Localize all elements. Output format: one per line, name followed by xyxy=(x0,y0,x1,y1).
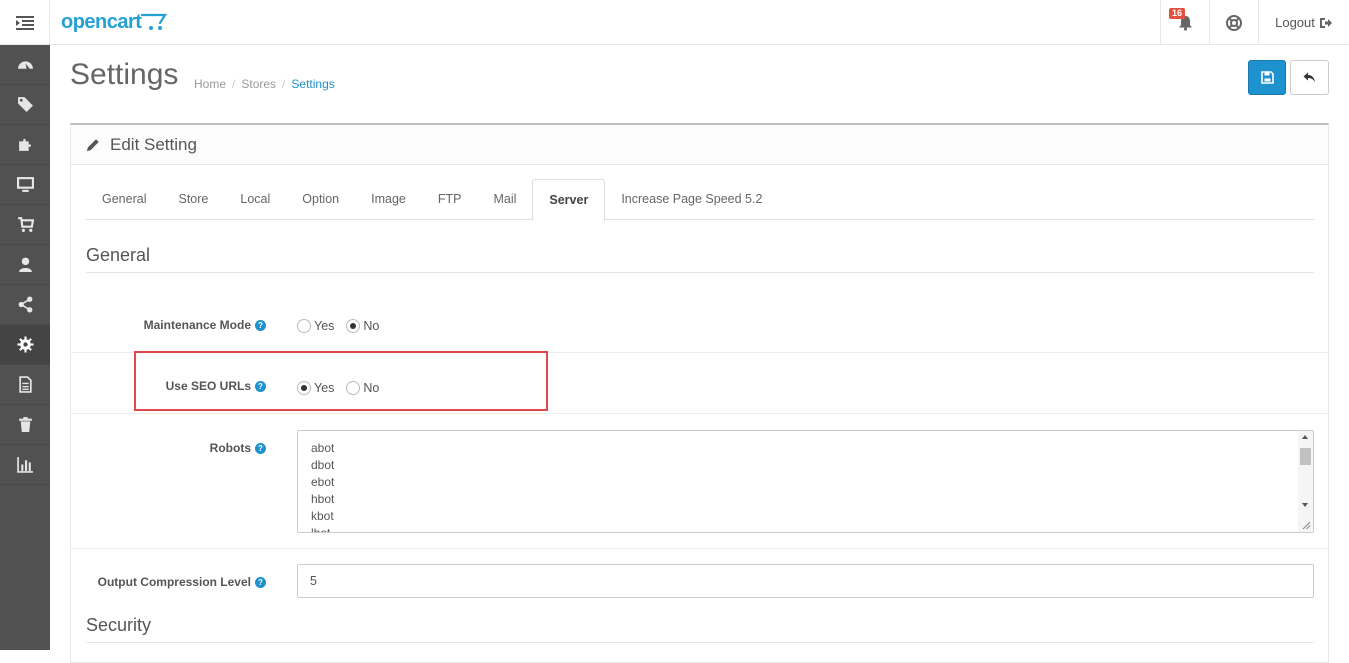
page-title: Settings xyxy=(70,58,179,91)
maintenance-mode-no-label[interactable]: No xyxy=(363,319,379,333)
help-button[interactable] xyxy=(1209,0,1258,45)
highlight-annotation-box xyxy=(134,351,548,411)
tab-server[interactable]: Server xyxy=(532,179,606,221)
scroll-thumb[interactable] xyxy=(1300,448,1311,465)
top-header: opencart 16 Logout xyxy=(0,0,1349,45)
save-button[interactable] xyxy=(1248,60,1286,95)
robots-scrollbar[interactable] xyxy=(1298,431,1313,532)
tab-mail[interactable]: Mail xyxy=(477,179,532,220)
logo-text: opencart xyxy=(61,10,142,33)
opencart-logo[interactable]: opencart xyxy=(61,8,168,36)
maintenance-mode-yes-label[interactable]: Yes xyxy=(314,319,334,333)
share-icon xyxy=(18,296,32,313)
question-circle-icon[interactable]: ? xyxy=(255,319,266,331)
output-compression-label: Output Compression Level ? xyxy=(98,575,266,589)
user-icon xyxy=(18,257,32,272)
maintenance-mode-radio-group: Yes No xyxy=(297,319,391,333)
trash-icon xyxy=(18,417,32,432)
sidebar-item-extensions[interactable] xyxy=(0,125,50,165)
tags-icon xyxy=(17,97,33,112)
sidebar-item-dashboard[interactable] xyxy=(0,45,50,85)
panel-title: Edit Setting xyxy=(110,134,197,154)
report-file-icon xyxy=(18,376,32,393)
menu-toggle-button[interactable] xyxy=(0,0,50,45)
tab-store[interactable]: Store xyxy=(162,179,224,220)
life-ring-icon xyxy=(1226,14,1242,31)
settings-tabs: General Store Local Option Image FTP Mai… xyxy=(86,179,1314,221)
sign-out-icon xyxy=(1319,17,1332,28)
sidebar-item-sales[interactable] xyxy=(0,205,50,245)
pencil-icon xyxy=(87,138,99,151)
robots-line: lbot xyxy=(311,526,331,533)
output-compression-input[interactable]: 5 xyxy=(297,564,1314,598)
breadcrumb-separator: / xyxy=(282,77,286,91)
notifications-button[interactable]: 16 xyxy=(1160,0,1209,45)
robots-line: ebot xyxy=(311,475,335,489)
maintenance-mode-no-radio[interactable] xyxy=(346,319,361,333)
breadcrumb-separator: / xyxy=(232,77,236,91)
sidebar-item-system[interactable] xyxy=(0,325,50,365)
maintenance-mode-label-text: Maintenance Mode xyxy=(143,318,251,332)
tab-ftp[interactable]: FTP xyxy=(422,179,478,220)
menu-indent-icon xyxy=(15,15,34,30)
sidebar xyxy=(0,45,50,650)
scroll-down-arrow-icon[interactable] xyxy=(1302,503,1308,507)
sidebar-item-trash[interactable] xyxy=(0,405,50,445)
desktop-icon xyxy=(16,177,34,192)
sidebar-item-reports[interactable] xyxy=(0,365,50,405)
cart-icon xyxy=(17,217,34,232)
output-compression-row: Output Compression Level ? 5 xyxy=(71,548,1328,612)
robots-row: Robots ? abot dbot ebot hbot kbot lbot xyxy=(71,413,1328,548)
robots-line: kbot xyxy=(311,509,334,523)
notification-badge: 16 xyxy=(1169,8,1186,19)
sidebar-item-statistics[interactable] xyxy=(0,445,50,485)
reply-icon xyxy=(1303,72,1315,83)
robots-textarea[interactable]: abot dbot ebot hbot kbot lbot xyxy=(297,430,1314,533)
breadcrumb: Home / Stores / Settings xyxy=(194,77,335,91)
robots-label: Robots ? xyxy=(210,441,266,455)
panel-heading: Edit Setting xyxy=(71,125,1328,165)
puzzle-icon xyxy=(18,138,31,151)
gear-icon xyxy=(17,336,33,353)
tab-local[interactable]: Local xyxy=(224,179,286,220)
maintenance-mode-row: Maintenance Mode ? Yes No xyxy=(71,291,1328,352)
robots-line: dbot xyxy=(311,458,335,472)
robots-line: abot xyxy=(311,441,335,455)
sidebar-item-catalog[interactable] xyxy=(0,85,50,125)
breadcrumb-home[interactable]: Home xyxy=(194,77,226,91)
maintenance-mode-yes-radio[interactable] xyxy=(297,319,311,333)
tab-increase-page-speed[interactable]: Increase Page Speed 5.2 xyxy=(605,179,778,220)
bar-chart-icon xyxy=(16,457,33,473)
section-title-general: General xyxy=(86,245,1314,273)
tab-image[interactable]: Image xyxy=(355,179,422,220)
logout-label: Logout xyxy=(1275,15,1315,30)
sidebar-item-design[interactable] xyxy=(0,165,50,205)
breadcrumb-settings[interactable]: Settings xyxy=(291,77,334,91)
tab-option[interactable]: Option xyxy=(286,179,355,220)
back-button[interactable] xyxy=(1290,60,1329,95)
question-circle-icon[interactable]: ? xyxy=(255,576,266,588)
resize-grip-icon[interactable] xyxy=(1302,521,1311,530)
dashboard-icon xyxy=(17,61,33,69)
question-circle-icon[interactable]: ? xyxy=(255,442,266,454)
cart-logo-icon xyxy=(141,13,168,30)
breadcrumb-stores[interactable]: Stores xyxy=(241,77,276,91)
robots-line: hbot xyxy=(311,492,335,506)
sidebar-item-customers[interactable] xyxy=(0,245,50,285)
floppy-disk-icon xyxy=(1260,71,1274,84)
scroll-up-arrow-icon[interactable] xyxy=(1302,435,1308,439)
section-title-security: Security xyxy=(86,615,1314,643)
tab-general[interactable]: General xyxy=(86,179,162,220)
sidebar-item-marketing[interactable] xyxy=(0,285,50,325)
output-compression-label-text: Output Compression Level xyxy=(97,575,251,589)
robots-label-text: Robots xyxy=(209,441,251,455)
logout-button[interactable]: Logout xyxy=(1258,0,1349,45)
maintenance-mode-label: Maintenance Mode ? xyxy=(144,318,266,332)
